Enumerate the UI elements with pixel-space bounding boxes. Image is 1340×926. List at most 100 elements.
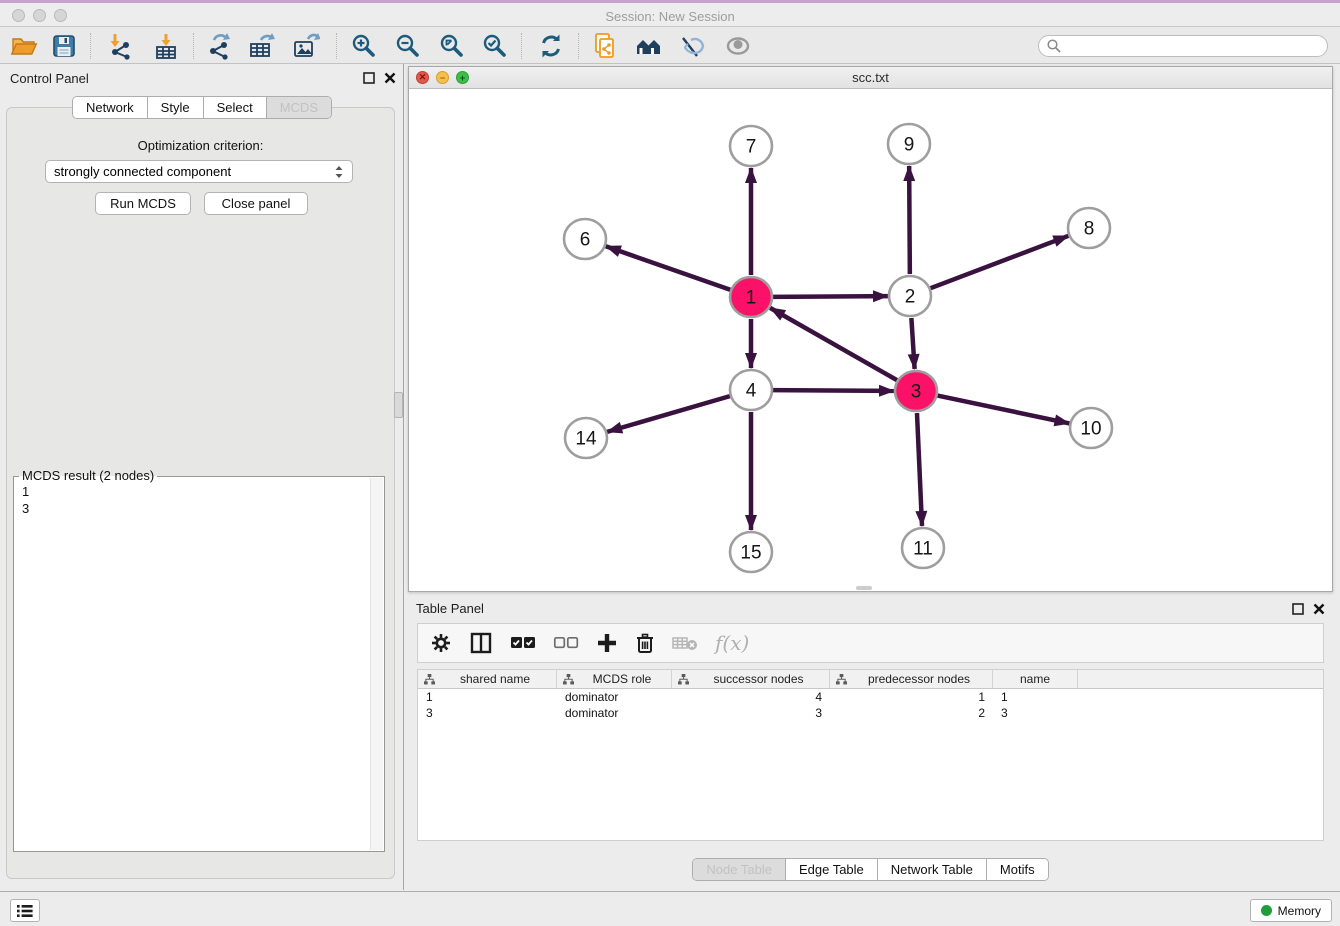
cell-shared-name[interactable]: 1	[418, 689, 557, 705]
select-all-icon[interactable]	[510, 634, 536, 652]
cell-mcds-role[interactable]: dominator	[557, 705, 672, 721]
refresh-icon[interactable]	[535, 31, 567, 61]
result-scrollbar[interactable]	[370, 478, 383, 850]
node-7[interactable]: 7	[730, 126, 772, 166]
edge-3-11[interactable]	[917, 413, 922, 526]
cell-predecessor-nodes[interactable]: 2	[830, 705, 993, 721]
export-image-icon[interactable]	[290, 31, 322, 61]
delete-table-icon[interactable]	[672, 633, 698, 653]
tab-network-table[interactable]: Network Table	[878, 859, 987, 880]
close-panel-icon[interactable]	[1313, 603, 1325, 615]
tab-mcds[interactable]: MCDS	[267, 97, 331, 118]
tab-edge-table[interactable]: Edge Table	[786, 859, 878, 880]
column-settings-icon[interactable]	[430, 632, 452, 654]
float-panel-icon[interactable]	[363, 72, 375, 84]
cell-successor-nodes[interactable]: 3	[672, 705, 830, 721]
export-network-icon[interactable]	[204, 31, 236, 61]
zoom-fit-icon[interactable]	[436, 31, 468, 61]
node-6[interactable]: 6	[564, 219, 606, 259]
zoom-in-icon[interactable]	[348, 31, 380, 61]
node-4[interactable]: 4	[730, 370, 772, 410]
tab-style[interactable]: Style	[148, 97, 204, 118]
control-panel-tabs: NetworkStyleSelectMCDS	[0, 96, 404, 119]
criterion-select[interactable]: strongly connected component	[45, 160, 353, 183]
first-neighbors-icon[interactable]	[633, 31, 665, 61]
close-panel-button[interactable]: Close panel	[204, 192, 308, 215]
import-table-icon[interactable]	[150, 31, 182, 61]
save-session-icon[interactable]	[48, 31, 80, 61]
cell-successor-nodes[interactable]: 4	[672, 689, 830, 705]
table-row[interactable]: 1dominator411	[418, 689, 1323, 705]
node-10[interactable]: 10	[1070, 408, 1112, 448]
close-network-icon[interactable]: ✕	[416, 71, 429, 84]
column-header-mcds-role[interactable]: MCDS role	[557, 670, 672, 688]
column-header-successor-nodes[interactable]: successor nodes	[672, 670, 830, 688]
edge-4-3[interactable]	[773, 390, 894, 391]
show-columns-icon[interactable]	[469, 631, 493, 655]
edge-3-10[interactable]	[938, 396, 1070, 424]
svg-text:15: 15	[740, 543, 761, 564]
node-1[interactable]: 1	[730, 277, 772, 317]
result-item[interactable]: 3	[22, 500, 362, 517]
float-panel-icon[interactable]	[1292, 603, 1304, 615]
zoom-selected-icon[interactable]	[479, 31, 511, 61]
tab-node-table[interactable]: Node Table	[693, 859, 786, 880]
edge-2-9[interactable]	[909, 166, 910, 274]
node-2[interactable]: 2	[889, 276, 931, 316]
hide-selected-icon[interactable]	[677, 31, 709, 61]
zoom-out-icon[interactable]	[392, 31, 424, 61]
toolbar-separator	[578, 33, 579, 59]
show-all-icon[interactable]	[722, 31, 754, 61]
edge-4-14[interactable]	[607, 396, 730, 432]
node-14[interactable]: 14	[565, 418, 607, 458]
task-history-button[interactable]	[10, 899, 40, 922]
network-canvas[interactable]: 7 9 6 8 1 2 4 3 14 10 15 11	[409, 89, 1332, 591]
function-builder-icon[interactable]: f(x)	[715, 631, 749, 655]
cell-name[interactable]: 3	[993, 705, 1078, 721]
window-title: Session: New Session	[0, 6, 1340, 28]
search-box[interactable]	[1038, 35, 1328, 57]
new-network-from-selection-icon[interactable]	[590, 31, 622, 61]
svg-text:14: 14	[575, 429, 597, 450]
edge-2-3[interactable]	[911, 318, 914, 369]
export-table-icon[interactable]	[246, 31, 278, 61]
tab-motifs[interactable]: Motifs	[987, 859, 1048, 880]
import-network-icon[interactable]	[104, 31, 136, 61]
node-9[interactable]: 9	[888, 124, 930, 164]
svg-text:10: 10	[1080, 419, 1101, 440]
column-header-name[interactable]: name	[993, 670, 1078, 688]
column-header-shared-name[interactable]: shared name	[418, 670, 557, 688]
add-column-icon[interactable]	[596, 632, 618, 654]
edge-1-6[interactable]	[606, 246, 730, 289]
edge-1-2[interactable]	[773, 296, 888, 297]
cell-mcds-role[interactable]: dominator	[557, 689, 672, 705]
result-item[interactable]: 1	[22, 483, 362, 500]
node-15[interactable]: 15	[730, 532, 772, 572]
open-session-icon[interactable]	[8, 31, 40, 61]
column-header-predecessor-nodes[interactable]: predecessor nodes	[830, 670, 993, 688]
table-row[interactable]: 3dominator323	[418, 705, 1323, 721]
node-11[interactable]: 11	[902, 528, 944, 568]
node-3[interactable]: 3	[895, 371, 937, 411]
deselect-all-icon[interactable]	[553, 634, 579, 652]
run-mcds-button[interactable]: Run MCDS	[95, 192, 191, 215]
tab-network[interactable]: Network	[73, 97, 148, 118]
edge-2-8[interactable]	[931, 236, 1069, 288]
network-window-titlebar[interactable]: scc.txt ✕ − +	[409, 67, 1332, 89]
tab-select[interactable]: Select	[204, 97, 267, 118]
delete-column-icon[interactable]	[635, 632, 655, 654]
panel-divider[interactable]	[403, 64, 404, 890]
edge-3-1[interactable]	[770, 308, 897, 380]
minimize-network-icon[interactable]: −	[436, 71, 449, 84]
search-input[interactable]	[1062, 37, 1327, 55]
maximize-network-icon[interactable]: +	[456, 71, 469, 84]
close-panel-icon[interactable]	[384, 72, 396, 84]
cell-shared-name[interactable]: 3	[418, 705, 557, 721]
canvas-resize-grip[interactable]	[856, 586, 872, 590]
memory-button[interactable]: Memory	[1250, 899, 1332, 922]
cell-name[interactable]: 1	[993, 689, 1078, 705]
cell-predecessor-nodes[interactable]: 1	[830, 689, 993, 705]
mcds-result-list[interactable]: 13	[14, 479, 370, 851]
node-8[interactable]: 8	[1068, 208, 1110, 248]
panel-divider-grip[interactable]	[394, 392, 403, 418]
